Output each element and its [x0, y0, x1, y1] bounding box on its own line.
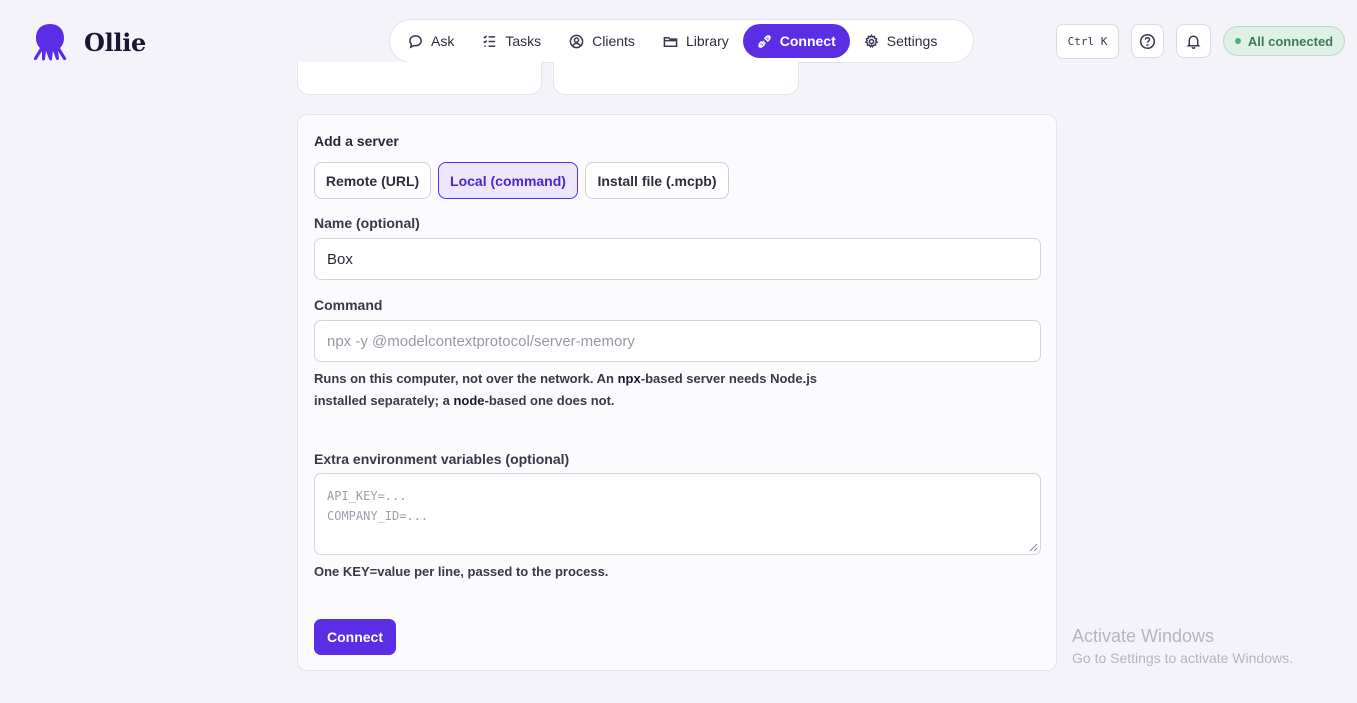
app-name: Ollie	[84, 27, 147, 57]
main-nav: Ask Tasks Clients Library Connect Settin…	[389, 19, 974, 63]
nav-clients-label: Clients	[592, 33, 635, 49]
add-server-card: Add a server Remote (URL) Local (command…	[297, 114, 1057, 671]
help-text-part: installed separately; a	[314, 393, 454, 408]
octopus-logo-icon	[33, 24, 67, 61]
checklist-icon	[483, 34, 496, 47]
bell-icon	[1186, 35, 1201, 49]
nav-connect-label: Connect	[779, 33, 836, 49]
watermark-title: Activate Windows	[1072, 626, 1215, 646]
help-text-part: -based server needs Node.js	[640, 371, 818, 386]
help-text-part: -based one does not.	[484, 393, 615, 408]
nav-ask[interactable]: Ask	[394, 24, 468, 58]
app-logo[interactable]: Ollie	[28, 20, 146, 64]
nav-tasks[interactable]: Tasks	[468, 24, 555, 58]
command-help-text: Runs on this computer, not over the netw…	[314, 368, 874, 412]
nav-library[interactable]: Library	[649, 24, 743, 58]
command-input[interactable]: npx -y @modelcontextprotocol/server-memo…	[314, 320, 1041, 362]
command-label: Command	[314, 297, 383, 313]
folder-icon	[663, 36, 678, 47]
nav-library-label: Library	[685, 33, 729, 49]
nav-tasks-label: Tasks	[505, 33, 542, 49]
name-label: Name (optional)	[314, 215, 420, 231]
help-button[interactable]	[1131, 24, 1164, 58]
add-server-title: Add a server	[314, 133, 399, 149]
connection-status-badge: All connected	[1223, 26, 1345, 56]
command-palette-shortcut[interactable]: Ctrl K	[1056, 24, 1119, 59]
notifications-button[interactable]	[1176, 24, 1211, 58]
help-node-keyword: node	[453, 393, 485, 408]
chat-bubble-icon	[409, 34, 422, 48]
env-placeholder-line: COMPANY_ID=...	[327, 509, 429, 523]
help-text-part: Runs on this computer, not over the netw…	[314, 371, 618, 386]
status-text: All connected	[1247, 33, 1334, 49]
server-card-partial	[553, 62, 799, 95]
plug-icon	[758, 34, 771, 48]
tab-install-file[interactable]: Install file (.mcpb)	[585, 162, 729, 199]
nav-ask-label: Ask	[431, 33, 455, 49]
nav-clients[interactable]: Clients	[555, 24, 649, 58]
env-help-text: One KEY=value per line, passed to the pr…	[314, 564, 609, 579]
connect-button[interactable]: Connect	[314, 619, 396, 655]
tab-local-command[interactable]: Local (command)	[438, 162, 578, 199]
env-vars-textarea[interactable]: API_KEY=... COMPANY_ID=...	[314, 473, 1041, 555]
env-placeholder-line: API_KEY=...	[327, 489, 407, 503]
nav-settings-label: Settings	[886, 33, 938, 49]
windows-activation-watermark: Activate Windows Go to Settings to activ…	[1072, 626, 1293, 666]
help-npx-keyword: npx	[617, 371, 641, 386]
watermark-subtitle: Go to Settings to activate Windows.	[1072, 650, 1293, 666]
gear-icon	[864, 33, 878, 48]
resize-handle-icon[interactable]	[1029, 543, 1038, 552]
status-dot	[1234, 38, 1241, 44]
nav-settings[interactable]: Settings	[850, 24, 952, 58]
name-input[interactable]: Box	[314, 238, 1041, 280]
question-circle-icon	[1139, 33, 1156, 49]
user-circle-icon	[569, 34, 584, 48]
nav-connect[interactable]: Connect	[742, 24, 850, 58]
server-card-partial	[297, 62, 542, 95]
env-vars-label: Extra environment variables (optional)	[314, 451, 570, 467]
tab-remote-url[interactable]: Remote (URL)	[314, 162, 431, 199]
